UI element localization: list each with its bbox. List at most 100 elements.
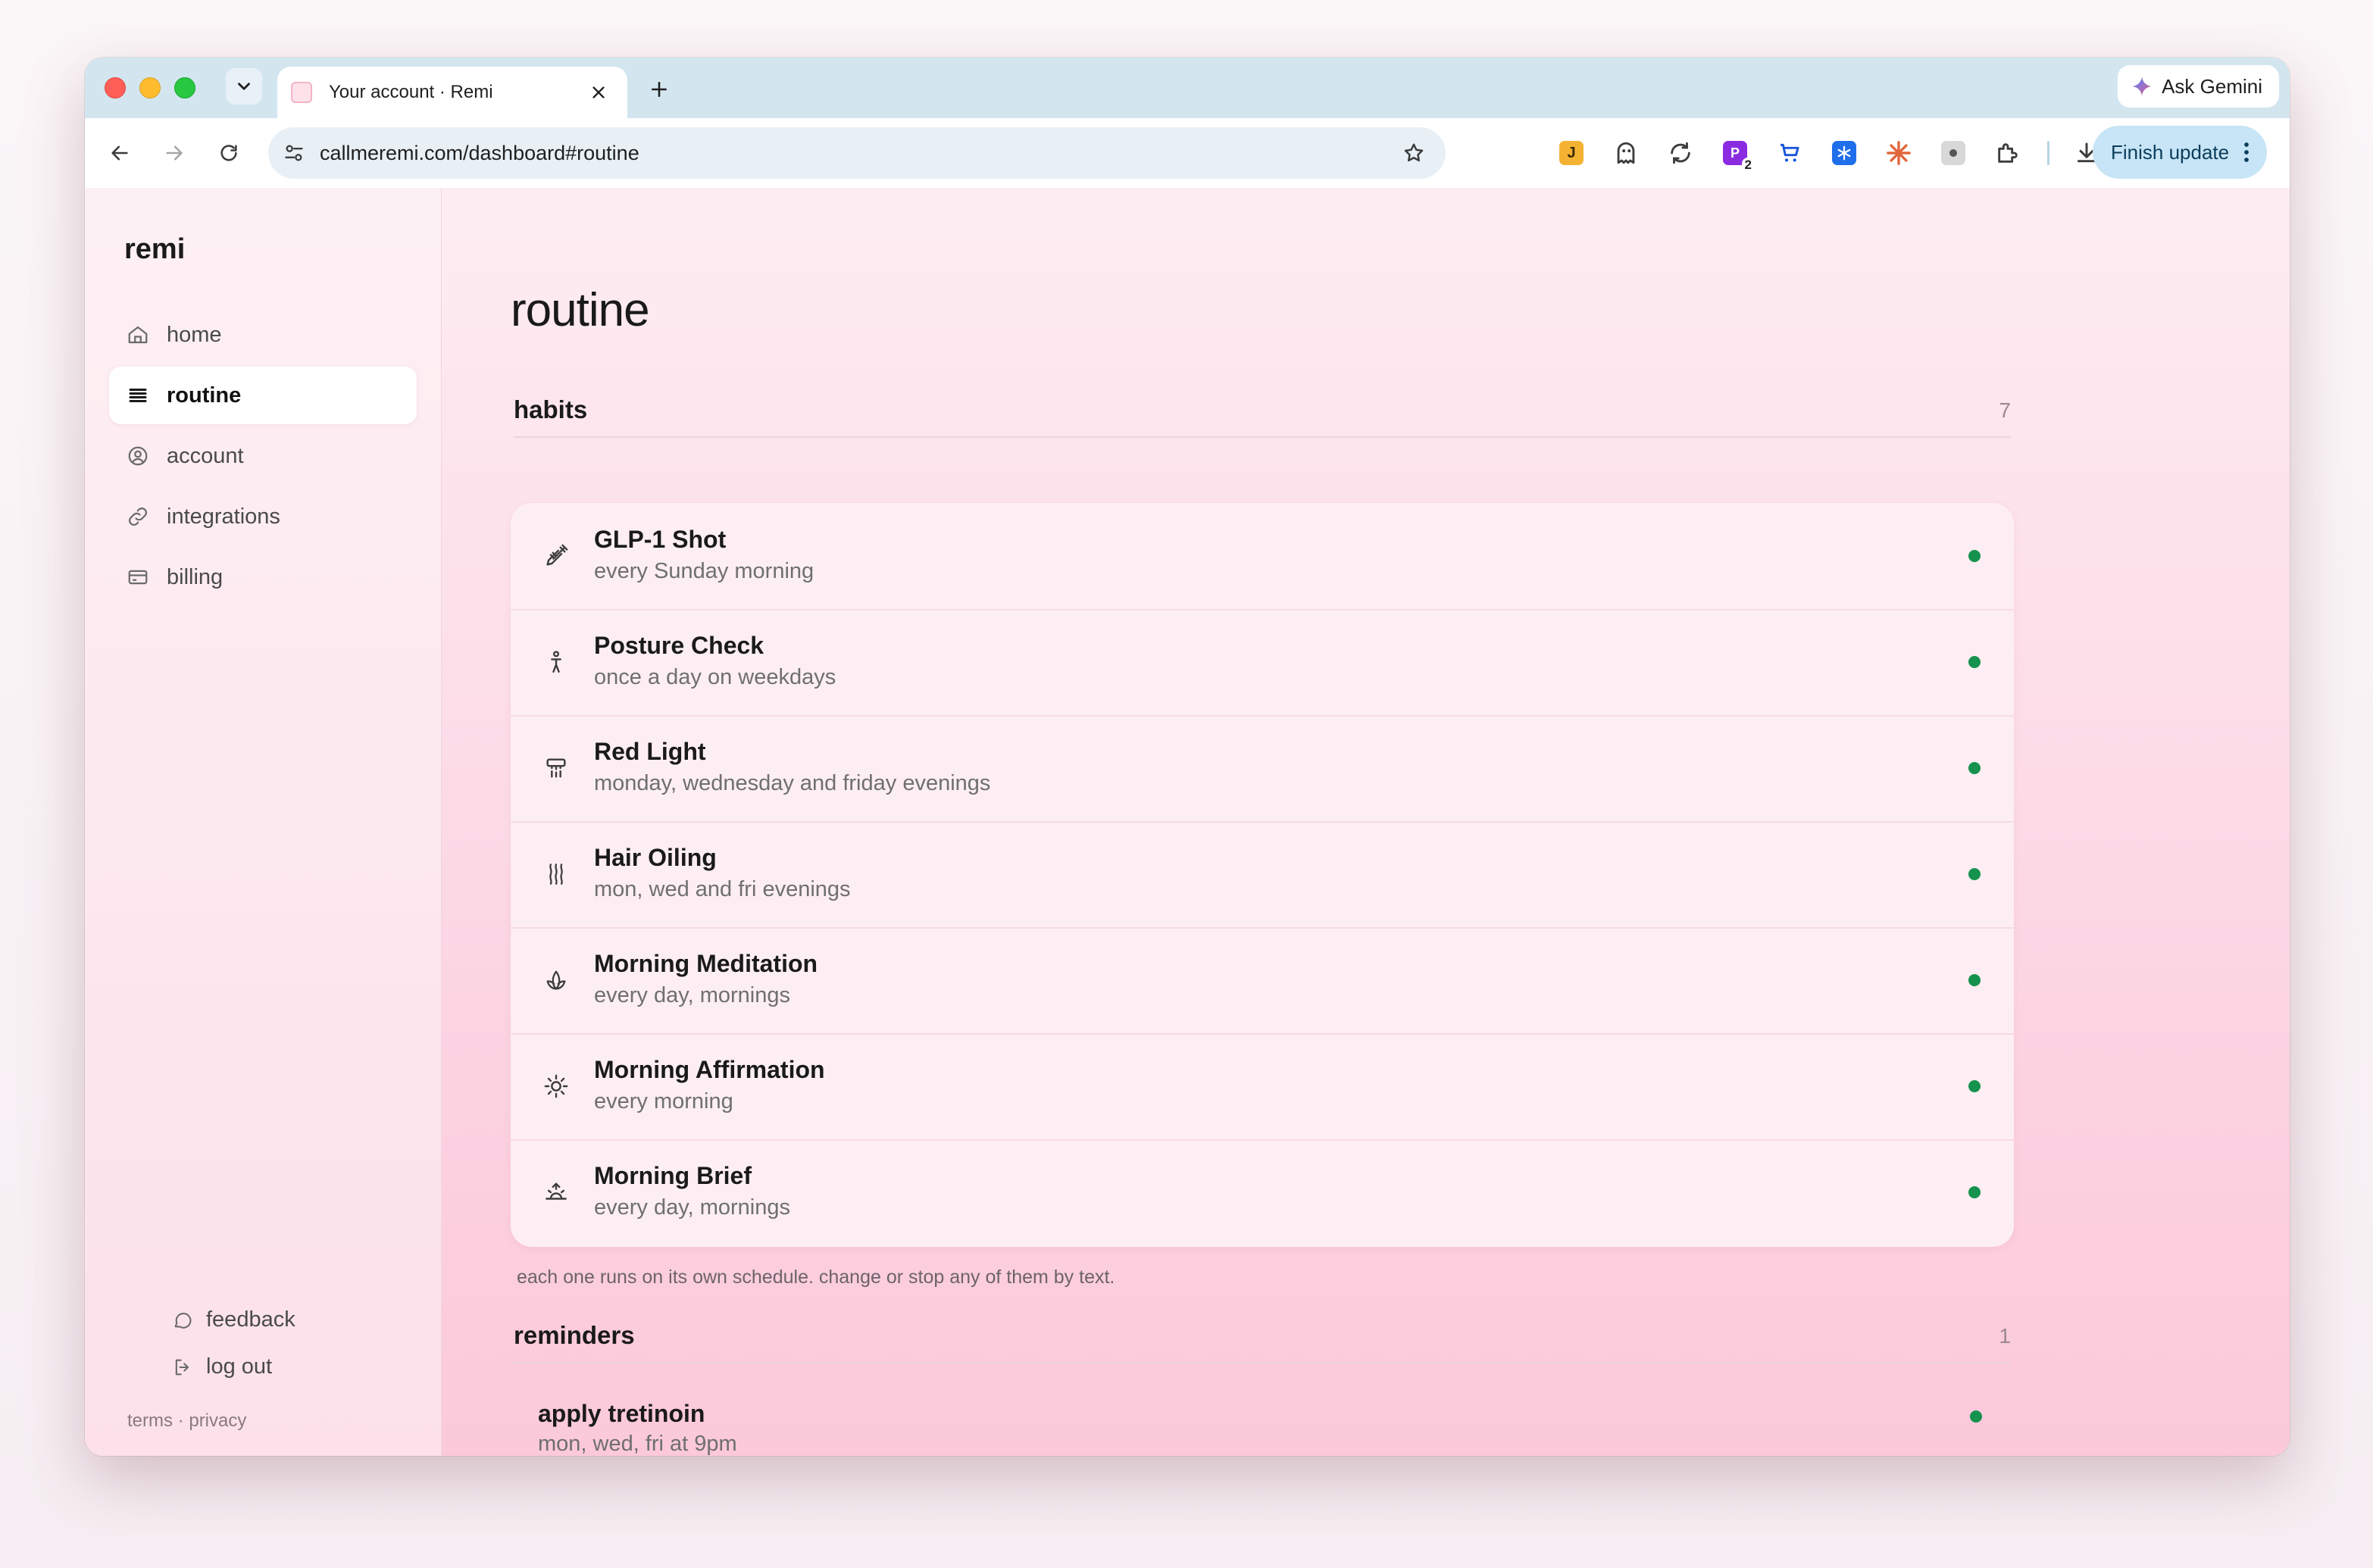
privacy-link[interactable]: privacy [189, 1410, 246, 1431]
feedback-link[interactable]: feedback [171, 1307, 295, 1332]
logout-link[interactable]: log out [171, 1354, 272, 1379]
extension-button[interactable] [1608, 135, 1644, 171]
back-button[interactable] [102, 135, 138, 171]
habit-row[interactable]: GLP-1 Shot every Sunday morning [511, 503, 2014, 611]
maximize-window-button[interactable] [174, 77, 195, 98]
link-icon [124, 503, 152, 530]
terms-link[interactable]: terms [127, 1410, 173, 1431]
habit-schedule: monday, wednesday and friday evenings [594, 771, 991, 795]
habit-row[interactable]: Hair Oiling mon, wed and fri evenings [511, 821, 2014, 929]
habit-row[interactable]: Posture Check once a day on weekdays [511, 609, 2014, 717]
extension-button[interactable] [1771, 135, 1808, 171]
habit-schedule: every day, mornings [594, 1195, 790, 1220]
habit-schedule: every morning [594, 1089, 733, 1114]
site-settings-button[interactable] [279, 138, 309, 168]
habit-name: Posture Check [594, 632, 764, 659]
tune-icon [285, 145, 303, 161]
forward-button[interactable] [156, 135, 192, 171]
browser-toolbar: callmeremi.com/dashboard#routine J P 2 [85, 118, 2290, 189]
tab-bar: Your account · Remi Ask Gemini [85, 58, 2290, 118]
status-dot [1968, 1080, 1981, 1092]
habit-name: Morning Affirmation [594, 1056, 825, 1083]
sidebar-item-home[interactable]: home [109, 306, 417, 364]
brand-logo[interactable]: remi [124, 233, 185, 266]
extension-button[interactable]: P 2 [1717, 135, 1755, 173]
habit-name: Hair Oiling [594, 844, 717, 871]
asterisk-icon [1887, 141, 1911, 165]
new-tab-button[interactable] [642, 73, 676, 106]
cart-icon [1781, 143, 1799, 162]
habit-name: GLP-1 Shot [594, 526, 727, 553]
status-dot [1968, 868, 1981, 880]
remi-favicon-icon [291, 82, 312, 103]
sun-icon [541, 1071, 571, 1101]
finish-update-button[interactable]: Finish update [2093, 126, 2268, 179]
sidebar-item-label: routine [167, 383, 242, 408]
extension-button[interactable] [1935, 135, 1971, 171]
habit-name: Morning Brief [594, 1162, 752, 1189]
habit-name: Morning Meditation [594, 950, 818, 977]
main-content: routine habits 7 GLP-1 Shot every Sunday… [511, 188, 2014, 1456]
gemini-sparkle-icon [2132, 77, 2152, 96]
status-dot [1968, 550, 1981, 562]
user-circle-icon [124, 442, 152, 470]
bookmark-button[interactable] [1399, 138, 1429, 168]
habit-row[interactable]: Morning Affirmation every morning [511, 1033, 2014, 1141]
more-vertical-icon [2244, 142, 2249, 162]
feedback-label: feedback [206, 1307, 295, 1332]
habit-schedule: every Sunday morning [594, 559, 814, 583]
browser-tab[interactable]: Your account · Remi [277, 67, 627, 118]
credit-card-icon [124, 564, 152, 591]
habit-row[interactable]: Red Light monday, wednesday and friday e… [511, 715, 2014, 823]
reminder-schedule: mon, wed, fri at 9pm [538, 1432, 737, 1456]
extension-button[interactable]: J [1553, 135, 1590, 171]
lotus-icon [541, 965, 571, 995]
habit-row[interactable]: Morning Brief every day, mornings [511, 1139, 2014, 1245]
extension-badge: 2 [1741, 158, 1755, 173]
puzzle-icon [1998, 143, 2018, 163]
sidebar-item-label: account [167, 443, 244, 468]
tab-search-button[interactable] [226, 68, 262, 105]
droplets-icon [541, 859, 571, 889]
tab-close-button[interactable] [586, 80, 611, 105]
ask-gemini-button[interactable]: Ask Gemini [2118, 65, 2279, 108]
tab-title: Your account · Remi [329, 82, 493, 102]
sunrise-icon [541, 1177, 571, 1207]
page-title: routine [511, 283, 650, 336]
status-dot [1968, 974, 1981, 986]
plus-icon [652, 82, 667, 97]
habits-section-title: habits [514, 395, 588, 423]
sidebar-item-label: billing [167, 564, 224, 589]
extension-snowflake-icon [1832, 141, 1856, 165]
habit-name: Red Light [594, 738, 706, 765]
extension-sync-icon [1671, 142, 1690, 164]
sidebar-item-routine[interactable]: routine [109, 367, 417, 424]
habits-list: GLP-1 Shot every Sunday morning Posture … [511, 503, 2014, 1247]
lamp-icon [541, 753, 571, 783]
habits-count: 7 [1999, 398, 2011, 422]
habit-row[interactable]: Morning Meditation every day, mornings [511, 927, 2014, 1035]
close-window-button[interactable] [105, 77, 126, 98]
person-standing-icon [541, 647, 571, 677]
sidebar: remi home routine account integrations b… [85, 188, 442, 1456]
arrow-right-icon [166, 145, 183, 161]
extensions-menu-button[interactable] [1990, 135, 2026, 171]
extension-button[interactable] [1881, 135, 1917, 171]
list-icon [124, 382, 152, 409]
sidebar-item-billing[interactable]: billing [109, 548, 417, 606]
message-circle-icon [171, 1309, 194, 1332]
minimize-window-button[interactable] [139, 77, 161, 98]
reminder-row[interactable]: apply tretinoin mon, wed, fri at 9pm [511, 1324, 2014, 1456]
sidebar-item-account[interactable]: account [109, 427, 417, 485]
extension-button[interactable] [1826, 135, 1862, 171]
extension-button[interactable] [1662, 135, 1699, 171]
home-icon [124, 321, 152, 348]
habits-section-header: habits 7 [514, 383, 2011, 438]
extension-journal-icon: J [1559, 141, 1584, 165]
reload-button[interactable] [211, 135, 247, 171]
url-text: callmeremi.com/dashboard#routine [320, 141, 639, 164]
sidebar-item-label: integrations [167, 504, 280, 529]
sidebar-item-integrations[interactable]: integrations [109, 488, 417, 545]
address-bar[interactable]: callmeremi.com/dashboard#routine [268, 127, 1446, 179]
chevron-down-icon [238, 83, 250, 90]
